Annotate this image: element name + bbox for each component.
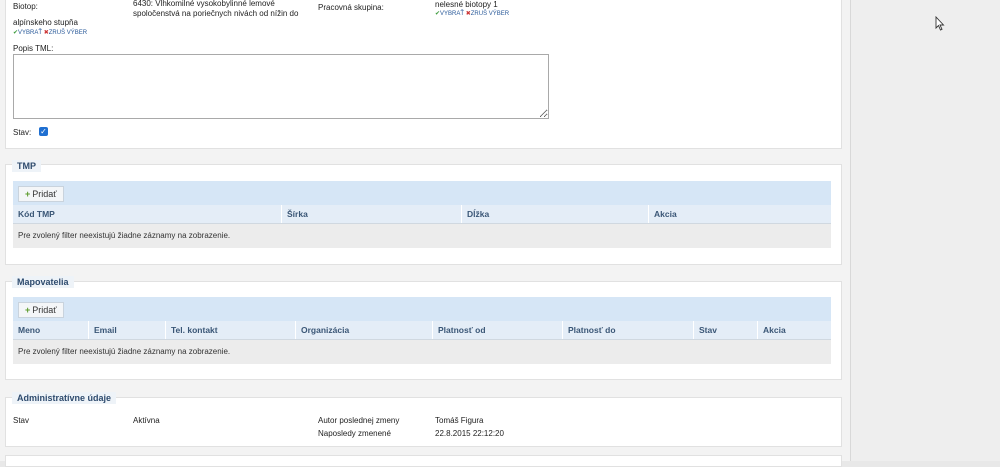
map-col-stav[interactable]: Stav (693, 321, 757, 339)
admin-stav-label: Stav (13, 416, 30, 425)
pracovna-skupina-label: Pracovná skupina: (318, 3, 384, 12)
biotop-zrus-link[interactable]: ZRUŠ VÝBER (49, 30, 87, 36)
right-sidebar (850, 0, 1000, 461)
tmp-col-kod[interactable]: Kód TMP (13, 205, 281, 223)
map-col-tel[interactable]: Tel. kontakt (165, 321, 295, 339)
mapovatelia-title: Mapovatelia (12, 276, 74, 288)
biotop-value-line1: 6430: Vlhkomilné vysokobylinné lemové (133, 0, 275, 8)
tmp-empty-row: Pre zvolený filter neexistujú žiadne záz… (13, 224, 831, 248)
popis-tml-label: Popis TML: (13, 44, 54, 53)
biotop-label: Biotop: (13, 2, 38, 11)
mapovatelia-add-label: Pridať (32, 305, 57, 315)
admin-autor-value: Tomáš Figura (435, 416, 484, 425)
mapovatelia-toolbar: + Pridať (13, 297, 831, 321)
tmp-table-header: Kód TMP Šírka Dĺžka Akcia (13, 205, 831, 224)
map-col-email[interactable]: Email (88, 321, 165, 339)
pracovna-zrus-link[interactable]: ZRUŠ VÝBER (471, 11, 509, 17)
tmp-add-button[interactable]: + Pridať (18, 186, 64, 202)
pracovna-select-actions: ✔VYBRAŤ ✖ZRUŠ VÝBER (435, 10, 509, 17)
biotop-select-actions: ✔VYBRAŤ ✖ZRUŠ VÝBER (13, 29, 87, 36)
biotop-vybrat-link[interactable]: VYBRAŤ (18, 30, 42, 36)
tmp-col-akcia[interactable]: Akcia (648, 205, 831, 223)
mapovatelia-add-button[interactable]: + Pridať (18, 302, 64, 318)
stav-label: Stav: (13, 128, 32, 137)
stav-checkbox[interactable]: ✓ (39, 127, 48, 136)
map-col-platnost-do[interactable]: Platnosť do (562, 321, 693, 339)
mapovatelia-empty-row: Pre zvolený filter neexistujú žiadne záz… (13, 340, 831, 364)
admin-title: Administratívne údaje (12, 392, 117, 404)
plus-icon: + (25, 189, 31, 199)
bottom-panel (5, 455, 842, 467)
tmp-toolbar: + Pridať (13, 181, 831, 205)
admin-autor-label: Autor poslednej zmeny (318, 416, 400, 425)
map-col-meno[interactable]: Meno (13, 321, 88, 339)
mouse-cursor-icon (935, 16, 945, 31)
admin-zmenene-label: Naposledy zmenené (318, 429, 391, 438)
tmp-col-dlzka[interactable]: Dĺžka (461, 205, 648, 223)
pracovna-vybrat-link[interactable]: VYBRAŤ (440, 11, 464, 17)
mapovatelia-empty-text: Pre zvolený filter neexistujú žiadne záz… (18, 347, 231, 356)
map-col-organizacia[interactable]: Organizácia (295, 321, 432, 339)
biotop-value-line2: spoločenstvá na poriečnych nivách od níž… (133, 9, 299, 18)
map-col-platnost-od[interactable]: Platnosť od (432, 321, 562, 339)
tmp-title: TMP (12, 160, 41, 172)
pracovna-skupina-value: nelesné biotopy 1 (435, 0, 498, 9)
plus-icon: + (25, 305, 31, 315)
mapovatelia-table-header: Meno Email Tel. kontakt Organizácia Plat… (13, 321, 831, 340)
popis-tml-textarea[interactable] (13, 54, 549, 119)
admin-stav-value: Aktívna (133, 416, 160, 425)
tmp-col-sirka[interactable]: Šírka (281, 205, 461, 223)
main-area: Biotop: alpínskeho stupňa ✔VYBRAŤ ✖ZRUŠ … (0, 0, 850, 467)
admin-zmenene-value: 22.8.2015 22:12:20 (435, 429, 504, 438)
biotop-extra: alpínskeho stupňa (13, 18, 78, 27)
tmp-empty-text: Pre zvolený filter neexistujú žiadne záz… (18, 231, 231, 240)
map-col-akcia[interactable]: Akcia (757, 321, 831, 339)
tmp-add-label: Pridať (32, 189, 57, 199)
admin-panel (5, 397, 842, 447)
